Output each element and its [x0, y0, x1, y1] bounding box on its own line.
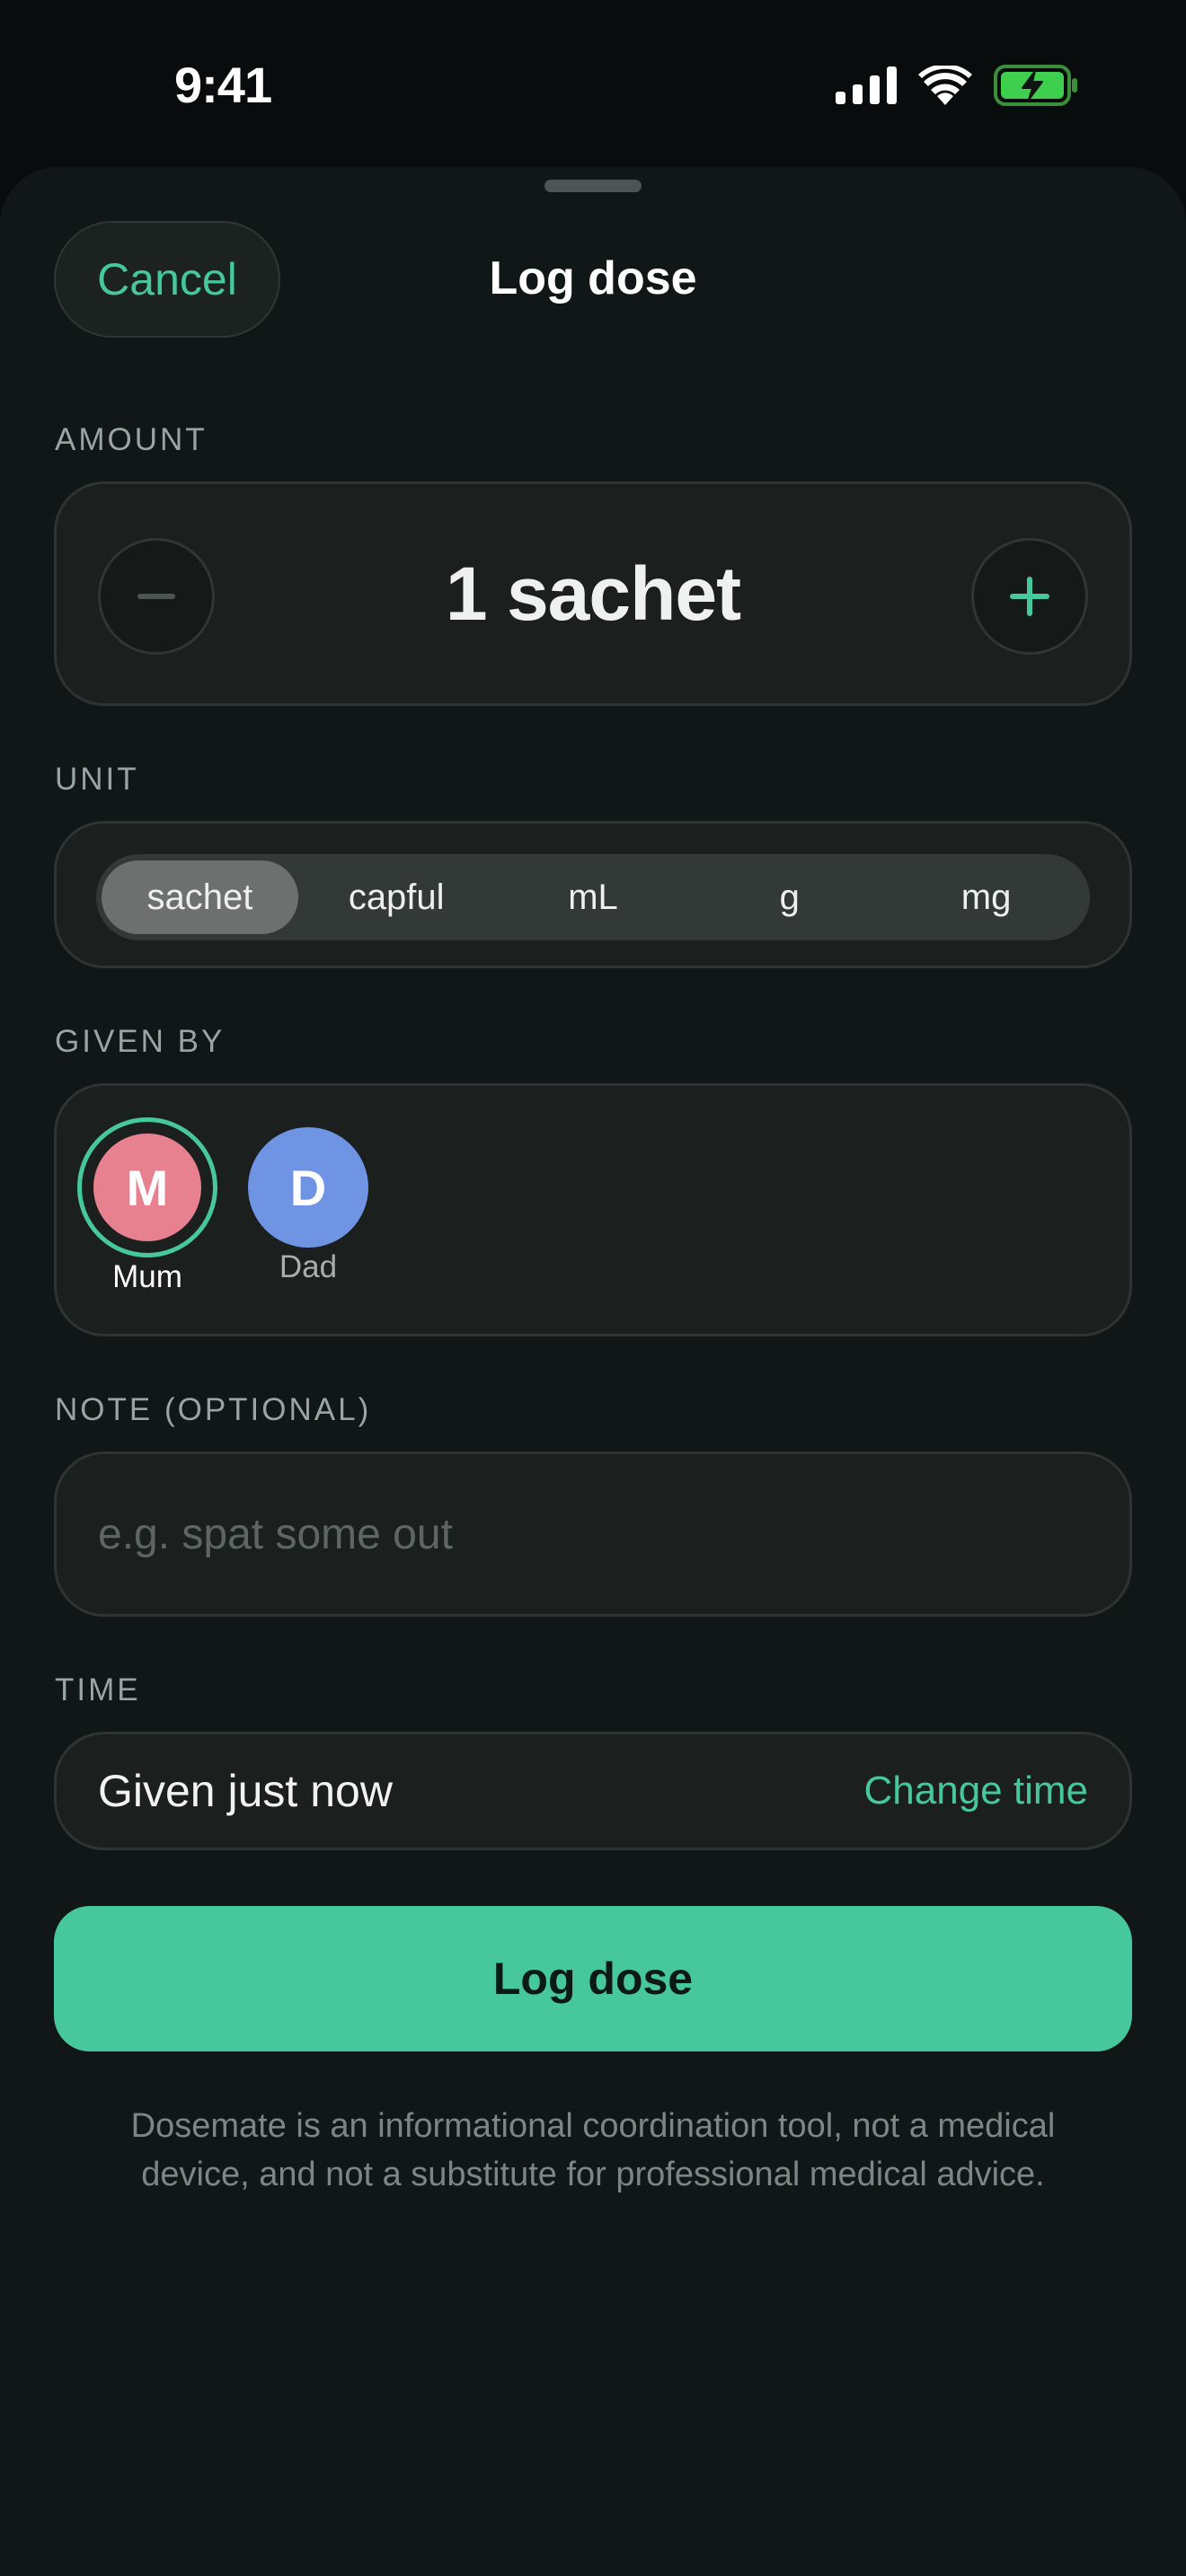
status-bar: 9:41 — [0, 0, 1186, 167]
avatar: D — [248, 1127, 368, 1248]
decrease-amount-button[interactable] — [98, 538, 215, 655]
wifi-icon — [918, 63, 972, 110]
amount-stepper: 1 sachet — [54, 481, 1132, 706]
unit-card: sachet capful mL g mg — [54, 821, 1132, 968]
minus-icon — [137, 594, 175, 599]
unit-option-ml[interactable]: mL — [495, 860, 692, 934]
person-option-mum[interactable]: M Mum — [75, 1117, 219, 1295]
note-label: NOTE (OPTIONAL) — [55, 1392, 372, 1427]
amount-label: AMOUNT — [55, 422, 208, 457]
person-name: Mum — [112, 1259, 182, 1294]
selected-ring: M — [77, 1117, 217, 1257]
person-name: Dad — [279, 1249, 338, 1284]
note-input[interactable] — [57, 1454, 1129, 1614]
unit-option-capful[interactable]: capful — [298, 860, 495, 934]
time-row: Given just now Change time — [54, 1732, 1132, 1850]
given-by-card: M Mum D Dad — [54, 1083, 1132, 1337]
increase-amount-button[interactable] — [971, 538, 1088, 655]
log-dose-button[interactable]: Log dose — [54, 1906, 1132, 2051]
unit-label: UNIT — [55, 762, 139, 797]
status-time: 9:41 — [174, 57, 272, 113]
amount-value: 1 sachet — [445, 551, 741, 636]
time-value: Given just now — [98, 1766, 393, 1816]
sheet-title: Log dose — [489, 252, 697, 304]
time-label: TIME — [55, 1672, 141, 1707]
status-icons — [836, 63, 1078, 110]
unit-option-mg[interactable]: mg — [888, 860, 1084, 934]
unit-option-g[interactable]: g — [691, 860, 888, 934]
note-field — [54, 1451, 1132, 1617]
sheet-grabber[interactable] — [544, 180, 642, 192]
change-time-link[interactable]: Change time — [864, 1734, 1088, 1848]
person-option-dad[interactable]: D Dad — [236, 1127, 380, 1285]
avatar: M — [88, 1128, 207, 1247]
disclaimer: Dosemate is an informational coordinatio… — [130, 2107, 1056, 2193]
unit-segmented-control: sachet capful mL g mg — [96, 854, 1090, 940]
cellular-signal-icon — [836, 66, 897, 109]
given-by-label: GIVEN BY — [55, 1024, 226, 1059]
battery-charging-icon — [994, 64, 1078, 110]
plus-icon — [1010, 577, 1049, 616]
unit-option-sachet[interactable]: sachet — [102, 860, 298, 934]
